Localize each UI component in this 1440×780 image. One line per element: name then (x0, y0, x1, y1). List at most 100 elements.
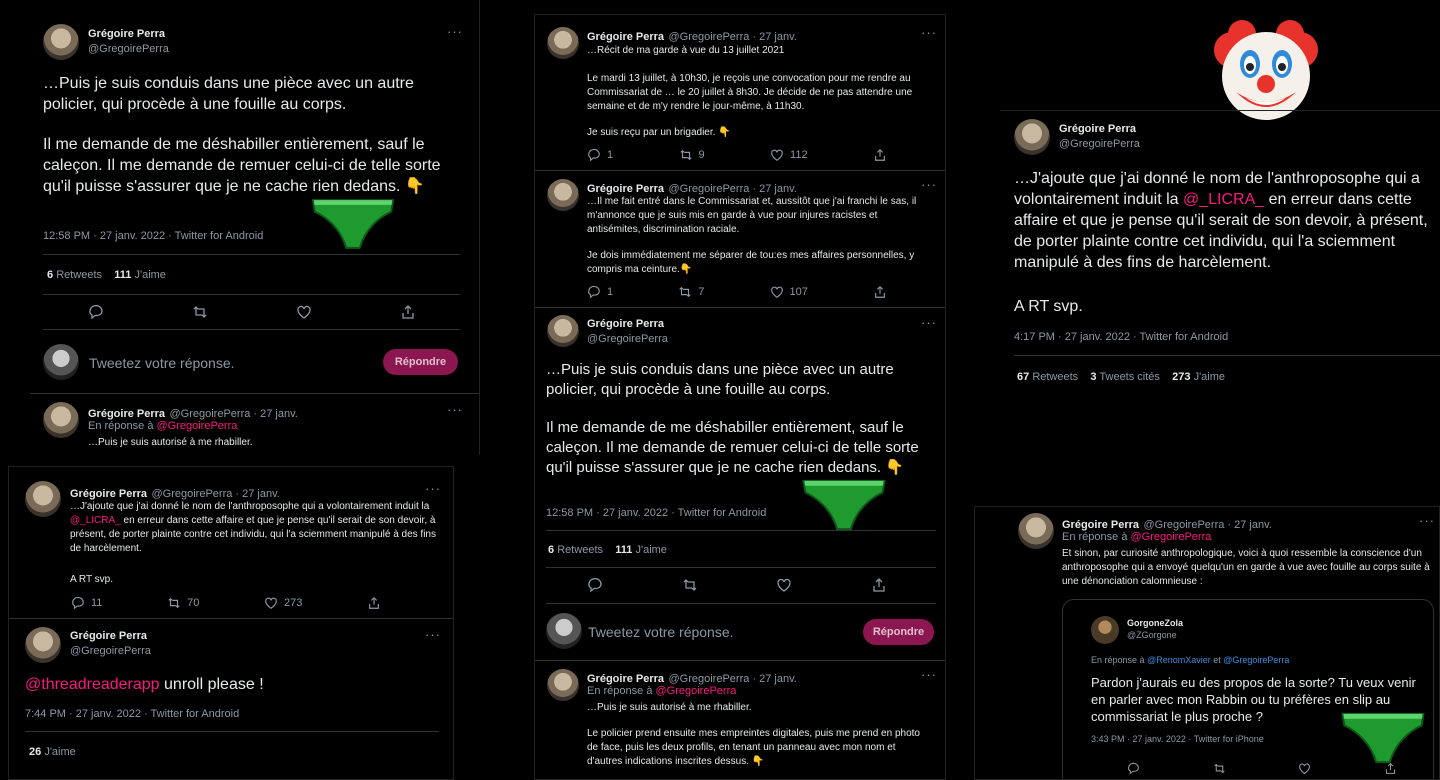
reply-action[interactable]: 1 (587, 148, 613, 162)
author-handle[interactable]: @GregoirePerra (88, 43, 169, 55)
author-name[interactable]: Grégoire Perra (587, 673, 664, 685)
avatar[interactable] (547, 315, 579, 347)
reply-input[interactable]: Tweetez votre réponse. (89, 355, 235, 371)
share-icon[interactable] (873, 285, 887, 299)
author-name[interactable]: Grégoire Perra (587, 183, 664, 195)
more-icon[interactable]: ··· (921, 177, 937, 192)
more-icon[interactable]: ··· (921, 315, 937, 330)
like-action[interactable]: 273 (264, 596, 302, 610)
mention-link[interactable]: @_LICRA_ (70, 515, 121, 526)
quoted-tweet[interactable]: GorgoneZola @ZGorgone En réponse à @Reno… (1062, 599, 1434, 779)
like-label[interactable]: J'aime (635, 544, 666, 556)
author-name[interactable]: Grégoire Perra (88, 408, 165, 420)
avatar[interactable] (43, 24, 79, 60)
quoted-author[interactable]: GorgoneZola (1127, 618, 1183, 628)
like-label[interactable]: J'aime (44, 746, 75, 758)
author-name[interactable]: Grégoire Perra (70, 488, 147, 500)
avatar[interactable] (25, 481, 61, 517)
retweet-label[interactable]: Retweets (557, 544, 603, 556)
reply-icon[interactable] (88, 304, 104, 320)
tweet-meta[interactable]: 4:17 PM · 27 janv. 2022 · Twitter for An… (1014, 331, 1228, 343)
quoted-meta[interactable]: 3:43 PM · 27 janv. 2022 · Twitter for iP… (1091, 734, 1264, 744)
tweet-meta[interactable]: 7:44 PM · 27 janv. 2022 · Twitter for An… (25, 708, 239, 720)
author-name[interactable]: Grégoire Perra (70, 630, 147, 642)
avatar[interactable] (1018, 513, 1054, 549)
author-name[interactable]: Grégoire Perra (88, 28, 165, 40)
retweet-label[interactable]: Retweets (1032, 371, 1078, 383)
author-handle[interactable]: @GregoirePerra · 27 janv. (669, 31, 797, 43)
like-count[interactable]: 273 (1172, 371, 1190, 383)
retweet-icon[interactable] (192, 304, 208, 320)
author-handle[interactable]: @GregoirePerra · 27 janv. (170, 408, 298, 420)
reply-input[interactable]: Tweetez votre réponse. (588, 624, 734, 640)
mention-link[interactable]: @_LICRA_ (1183, 191, 1264, 208)
avatar[interactable] (25, 627, 61, 663)
reply-icon[interactable] (587, 577, 603, 593)
mention-link[interactable]: @threadreaderapp (25, 676, 160, 693)
like-icon[interactable] (776, 577, 792, 593)
more-icon[interactable]: ··· (425, 481, 441, 496)
avatar[interactable] (547, 669, 579, 701)
share-icon[interactable] (1384, 762, 1397, 775)
like-action[interactable]: 112 (770, 148, 808, 162)
more-icon[interactable]: ··· (1419, 513, 1435, 528)
author-name[interactable]: Grégoire Perra (587, 31, 664, 43)
tweet-meta[interactable]: 12:58 PM · 27 janv. 2022 · Twitter for A… (43, 230, 263, 242)
retweet-label[interactable]: Retweets (56, 269, 102, 281)
avatar[interactable] (547, 27, 579, 59)
like-icon[interactable] (296, 304, 312, 320)
share-icon[interactable] (871, 577, 887, 593)
like-count[interactable]: 111 (615, 544, 632, 556)
more-icon[interactable]: ··· (447, 402, 463, 417)
quoted-avatar[interactable] (1091, 616, 1119, 644)
retweet-count[interactable]: 67 (1017, 371, 1029, 383)
author-handle[interactable]: @GregoirePerra · 27 janv. (1144, 519, 1272, 531)
retweet-action[interactable]: 9 (679, 148, 705, 162)
author-handle[interactable]: @GregoirePerra (1059, 138, 1140, 150)
share-icon[interactable] (400, 304, 416, 320)
more-icon[interactable]: ··· (425, 627, 441, 642)
reply-button[interactable]: Répondre (863, 619, 934, 645)
reply-to-link[interactable]: @RenomXavier (1147, 655, 1211, 665)
author-handle[interactable]: @GregoirePerra (587, 333, 668, 345)
retweet-icon[interactable] (1213, 762, 1226, 775)
reply-icon[interactable] (1127, 762, 1140, 775)
reply-to-link[interactable]: @GregoirePerra (1131, 531, 1212, 543)
avatar[interactable] (1014, 119, 1050, 155)
author-name[interactable]: Grégoire Perra (587, 318, 664, 330)
like-icon[interactable] (1298, 762, 1311, 775)
retweet-action[interactable]: 7 (678, 285, 704, 299)
reply-action[interactable]: 11 (71, 596, 102, 610)
avatar[interactable] (43, 402, 79, 438)
avatar[interactable] (547, 179, 579, 211)
author-handle[interactable]: @GregoirePerra · 27 janv. (669, 183, 797, 195)
like-label[interactable]: J'aime (1194, 371, 1225, 383)
share-icon[interactable] (367, 596, 381, 610)
more-icon[interactable]: ··· (447, 24, 463, 39)
tweet-meta[interactable]: 12:58 PM · 27 janv. 2022 · Twitter for A… (546, 507, 766, 519)
like-action[interactable]: 107 (770, 285, 808, 299)
reply-to-link[interactable]: @GregoirePerra (656, 685, 737, 697)
more-icon[interactable]: ··· (921, 667, 937, 682)
retweet-icon[interactable] (682, 577, 698, 593)
like-count[interactable]: 111 (114, 269, 131, 281)
reply-action[interactable]: 1 (587, 285, 613, 299)
retweet-count[interactable]: 6 (548, 544, 554, 556)
like-label[interactable]: J'aime (134, 269, 165, 281)
retweet-action[interactable]: 70 (167, 596, 199, 610)
author-name[interactable]: Grégoire Perra (1059, 123, 1136, 135)
author-handle[interactable]: @GregoirePerra (70, 645, 151, 657)
quote-count[interactable]: 3 (1090, 371, 1096, 383)
more-icon[interactable]: ··· (921, 25, 937, 40)
reply-button[interactable]: Répondre (383, 349, 458, 375)
quote-label[interactable]: Tweets cités (1099, 371, 1160, 383)
author-handle[interactable]: @GregoirePerra · 27 janv. (669, 673, 797, 685)
quoted-handle[interactable]: @ZGorgone (1127, 630, 1177, 640)
share-icon[interactable] (873, 148, 887, 162)
author-name[interactable]: Grégoire Perra (1062, 519, 1139, 531)
retweet-count[interactable]: 6 (47, 269, 53, 281)
like-count[interactable]: 26 (29, 746, 41, 758)
reply-to-link[interactable]: @GregoirePerra (1223, 655, 1289, 665)
author-handle[interactable]: @GregoirePerra · 27 janv. (152, 488, 280, 500)
reply-to-link[interactable]: @GregoirePerra (157, 420, 238, 432)
